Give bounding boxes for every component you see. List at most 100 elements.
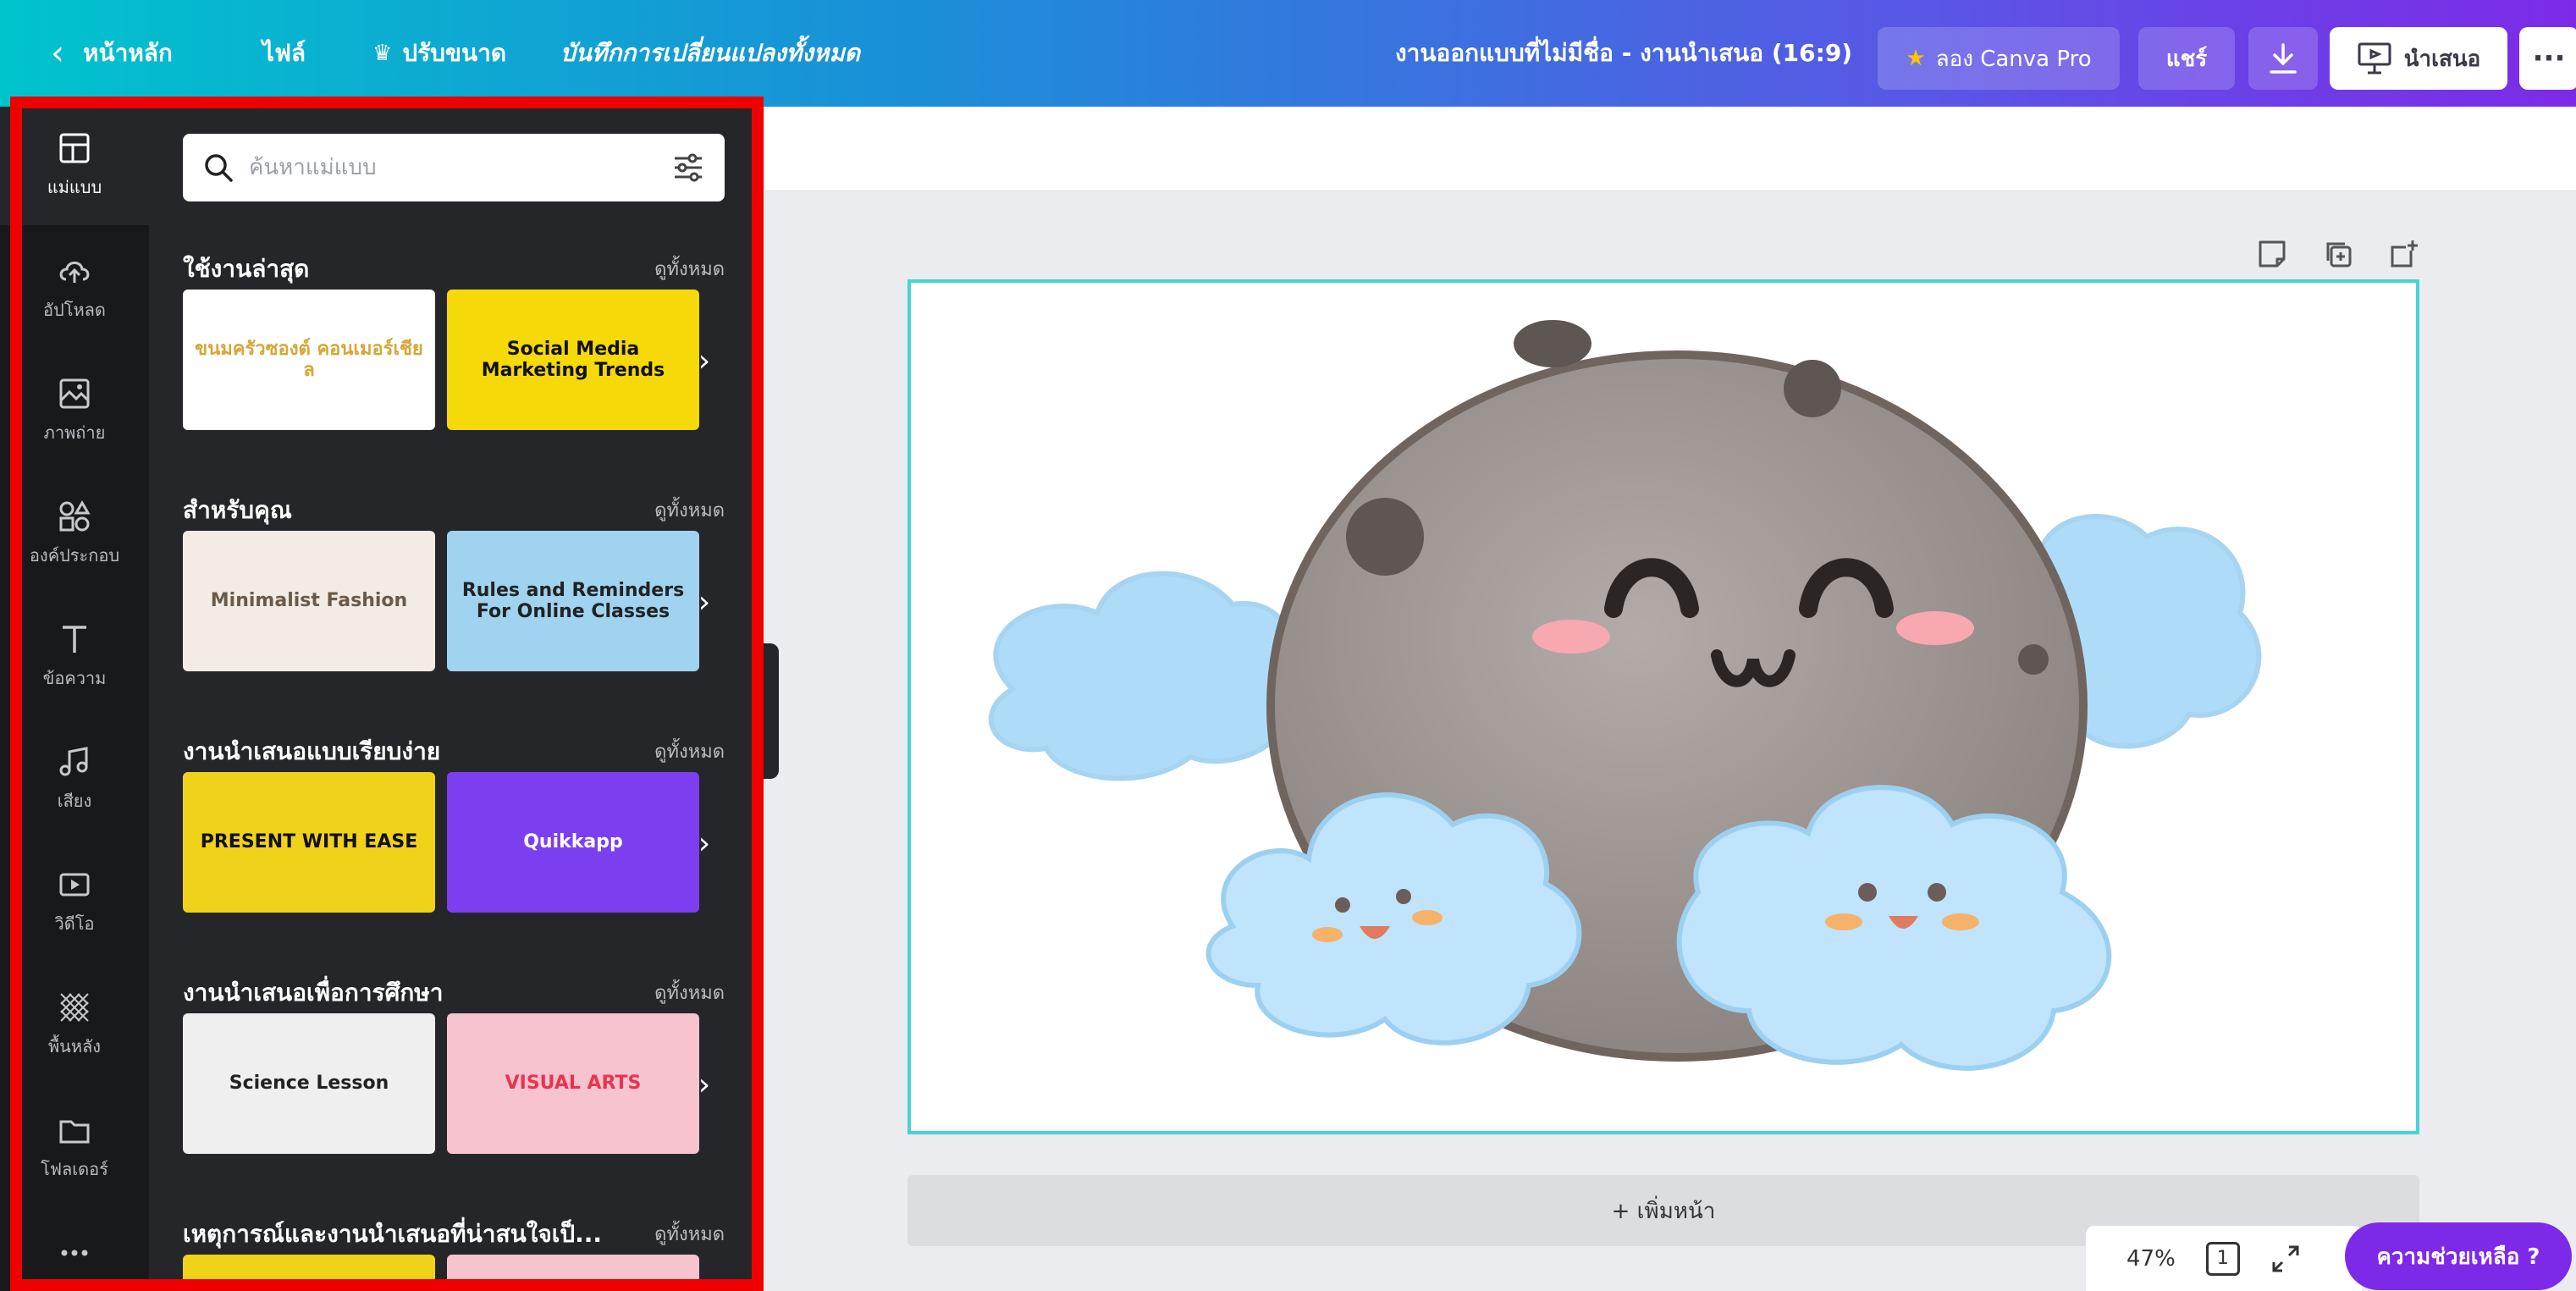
left-rail: แม่แบบอัปโหลดภาพถ่ายองค์ประกอบข้อความเสี… xyxy=(0,107,149,1291)
document-title[interactable]: งานออกแบบที่ไม่มีชื่อ - งานนำเสนอ (16:9) xyxy=(1395,0,1852,107)
template-thumbnail[interactable]: Social Media Marketing Trends xyxy=(447,290,699,430)
app-root: ‹ หน้าหลัก ไฟล์ ♛ ปรับขนาด บันทึกการเปลี… xyxy=(0,0,2576,1291)
page-actions xyxy=(2255,237,2421,274)
search-input[interactable] xyxy=(249,155,672,180)
template-thumbnail[interactable]: Science Lesson xyxy=(183,1013,435,1154)
crown-icon: ♛ xyxy=(372,41,393,66)
search-icon xyxy=(205,154,233,182)
try-pro-label: ลอง Canva Pro xyxy=(1935,46,2092,72)
moon-illustration[interactable] xyxy=(911,283,2416,1131)
share-button[interactable]: แชร์ xyxy=(2138,27,2235,90)
more-icon xyxy=(61,1250,88,1256)
section-title: เหตุการณ์และงานนำเสนอที่น่าสนใจเป็... xyxy=(183,1220,603,1248)
saved-status: บันทึกการเปลี่ยนแปลงทั้งหมด xyxy=(560,39,860,67)
template-thumbnail[interactable]: PRESENT WITH EASE xyxy=(183,772,435,913)
see-all-link[interactable]: ดูทั้งหมด xyxy=(623,254,725,284)
template-thumbnail-text: Quikkapp xyxy=(523,831,623,853)
download-icon xyxy=(2270,43,2297,74)
download-button[interactable] xyxy=(2248,27,2318,90)
chevron-right-icon[interactable]: › xyxy=(687,335,721,386)
present-button[interactable]: นำเสนอ xyxy=(2330,27,2507,90)
template-thumbnail[interactable]: ขนมครัวซองต์ คอนเมอร์เชียล xyxy=(183,290,435,430)
elements-icon xyxy=(59,500,91,532)
rail-item-label: องค์ประกอบ xyxy=(29,545,120,566)
section-title: งานนำเสนอแบบเรียบง่าย xyxy=(183,737,441,765)
section-title: ใช้งานล่าสุด xyxy=(183,255,310,283)
present-icon xyxy=(2358,42,2391,74)
rail-item-label: เสียง xyxy=(57,791,92,811)
present-label: นำเสนอ xyxy=(2403,46,2481,72)
template-thumbnail-text: Science Lesson xyxy=(229,1073,389,1095)
collapse-panel-handle[interactable] xyxy=(760,643,779,779)
section-title: สำหรับคุณ xyxy=(183,496,292,524)
rail-item-elements[interactable]: องค์ประกอบ xyxy=(0,475,149,593)
see-all-link[interactable]: ดูทั้งหมด xyxy=(623,495,725,525)
template-icon xyxy=(59,133,90,163)
rail-item-upload[interactable]: อัปโหลด xyxy=(0,229,149,348)
editor-toolbar xyxy=(765,107,2576,191)
fullscreen-icon[interactable] xyxy=(2270,1244,2301,1274)
upload-icon xyxy=(59,262,90,283)
rail-item-folder[interactable]: โฟลเดอร์ xyxy=(0,1089,149,1207)
rail-item-music[interactable]: เสียง xyxy=(0,720,149,839)
rail-item-more[interactable]: เพิ่มเติม xyxy=(0,1211,149,1291)
template-thumbnail-text: Rules and Reminders For Online Classes xyxy=(461,579,685,622)
text-icon xyxy=(63,626,86,653)
template-thumbnail[interactable]: Quikkapp xyxy=(447,772,699,913)
rail-item-label: โฟลเดอร์ xyxy=(41,1159,108,1179)
template-thumbnail-text: ขนมครัวซองต์ คอนเมอร์เชียล xyxy=(195,338,423,381)
template-thumbnail-text: PRESENT WITH EASE xyxy=(200,831,418,853)
search-box[interactable] xyxy=(183,134,725,201)
add-page-icon[interactable] xyxy=(2387,237,2421,271)
see-all-link[interactable]: ดูทั้งหมด xyxy=(623,737,725,766)
template-thumbnail[interactable]: VISUAL ARTS xyxy=(447,1013,699,1154)
rail-item-label: ข้อความ xyxy=(42,668,107,688)
duplicate-page-icon[interactable] xyxy=(2321,237,2355,271)
crown-icon: ★ xyxy=(1906,46,1926,71)
page-number-badge[interactable]: 1 xyxy=(2205,1241,2240,1276)
rail-item-label: อัปโหลด xyxy=(43,300,106,320)
see-all-link[interactable]: ดูทั้งหมด xyxy=(623,978,725,1007)
template-thumbnail-text: VISUAL ARTS xyxy=(505,1073,642,1095)
page-number: 1 xyxy=(2216,1248,2229,1269)
help-button[interactable]: ความช่วยเหลือ ? xyxy=(2345,1222,2572,1290)
rail-item-label: วิดีโอ xyxy=(54,913,95,934)
background-icon xyxy=(60,993,89,1022)
template-thumbnail[interactable]: Rules and Reminders For Online Classes xyxy=(447,531,699,671)
home-label: หน้าหลัก xyxy=(83,39,173,67)
rail-item-label: เพิ่มเติม xyxy=(47,1278,102,1291)
zoom-level[interactable]: 47% xyxy=(2126,1246,2176,1272)
template-thumbnail[interactable] xyxy=(447,1255,699,1291)
chevron-right-icon[interactable]: › xyxy=(687,1059,721,1110)
chevron-left-icon: ‹ xyxy=(51,34,64,73)
rail-item-photo[interactable]: ภาพถ่าย xyxy=(0,352,149,471)
design-page[interactable] xyxy=(907,279,2419,1134)
template-thumbnail[interactable]: Minimalist Fashion xyxy=(183,531,435,671)
note-icon[interactable] xyxy=(2255,237,2289,271)
rail-item-video[interactable]: วิดีโอ xyxy=(0,843,149,962)
section-title: งานนำเสนอเพื่อการศึกษา xyxy=(183,979,444,1007)
filter-icon[interactable] xyxy=(672,152,704,183)
chevron-right-icon[interactable]: › xyxy=(687,818,721,869)
video-icon xyxy=(59,873,90,897)
resize-button[interactable]: ♛ ปรับขนาด xyxy=(372,0,506,107)
chevron-right-icon[interactable]: › xyxy=(687,577,721,627)
rail-item-template[interactable]: แม่แบบ xyxy=(0,107,149,225)
resize-label: ปรับขนาด xyxy=(402,39,507,67)
top-bar: ‹ หน้าหลัก ไฟล์ ♛ ปรับขนาด บันทึกการเปลี… xyxy=(0,0,2576,107)
more-options-button[interactable]: ··· xyxy=(2519,27,2576,90)
template-thumbnail-text: Minimalist Fashion xyxy=(210,590,408,612)
see-all-link[interactable]: ดูทั้งหมด xyxy=(623,1219,725,1249)
template-thumbnail[interactable] xyxy=(183,1255,435,1291)
rail-item-background[interactable]: พื้นหลัง xyxy=(0,966,149,1084)
template-thumbnail-text: Social Media Marketing Trends xyxy=(481,338,665,381)
rail-item-label: พื้นหลัง xyxy=(47,1036,102,1057)
rail-item-text[interactable]: ข้อความ xyxy=(0,598,149,716)
folder-icon xyxy=(59,1120,90,1144)
zoom-bar: 47% 1 xyxy=(2086,1226,2362,1291)
home-button[interactable]: ‹ หน้าหลัก xyxy=(51,0,173,107)
try-pro-button[interactable]: ★ ลอง Canva Pro xyxy=(1878,27,2120,90)
music-icon xyxy=(59,747,88,776)
rail-item-label: แม่แบบ xyxy=(47,177,102,197)
file-menu[interactable]: ไฟล์ xyxy=(262,0,306,107)
